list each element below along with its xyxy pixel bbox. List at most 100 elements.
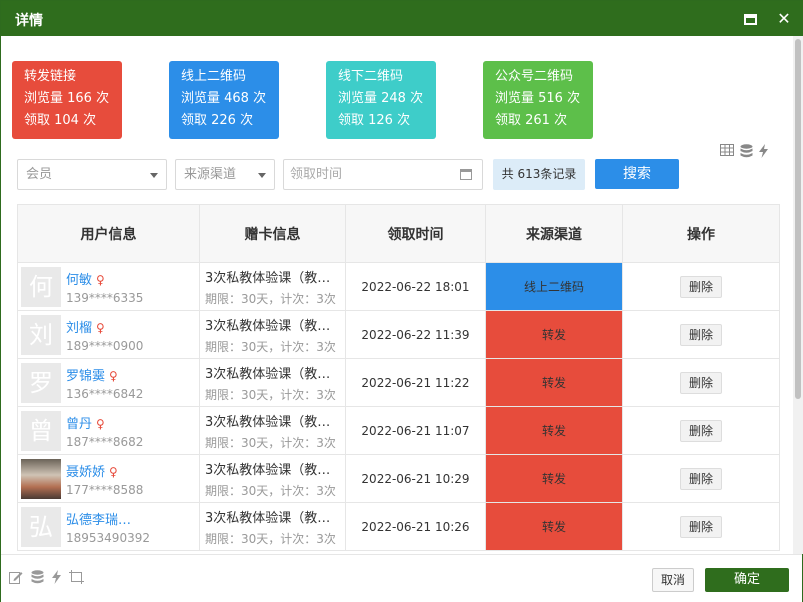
dialog-footer: 取消 确定 [1,554,802,602]
avatar[interactable]: 罗 [21,362,61,403]
user-name-link[interactable]: 何敏 ♀ [66,269,105,288]
card-name: 3次私教体验课（教… [205,318,331,334]
lightning-icon[interactable] [52,569,61,588]
stat-card-title: 线下二维码 [338,69,404,84]
stat-card-online-qrcode: 线上二维码 浏览量 468 次 领取 226 次 [169,61,279,139]
stat-card-claims: 领取 126 次 [338,113,411,128]
stat-card-views: 浏览量 516 次 [495,91,581,106]
stat-card-official-account-qrcode: 公众号二维码 浏览量 516 次 领取 261 次 [483,61,593,139]
delete-button[interactable]: 删除 [680,275,722,298]
stat-card-title: 线上二维码 [181,69,247,84]
chevron-down-icon [150,173,158,178]
female-icon: ♀ [109,368,118,383]
delete-button[interactable]: 删除 [680,515,722,538]
screenshot-icon[interactable] [69,569,84,588]
lightning-icon[interactable] [759,144,768,158]
close-button[interactable]: ✕ [775,10,793,28]
close-icon: ✕ [777,9,791,28]
user-name-link[interactable]: 曾丹 ♀ [66,413,105,432]
card-terms: 期限：30天，计次：3次 [205,531,336,546]
column-header-claim-time: 领取时间 [345,204,486,263]
card-name: 3次私教体验课（教… [205,462,331,478]
claim-time-input[interactable]: 领取时间 [283,159,483,190]
stat-card-claims: 领取 226 次 [181,113,254,128]
avatar[interactable]: 曾 [21,410,61,451]
delete-button[interactable]: 删除 [680,323,722,346]
table-row: 罗罗锦霙 ♀ 136****6842 3次私教体验课（教… 期限：30天，计次：3次 … [17,358,780,407]
column-header-source: 来源渠道 [485,204,623,263]
edit-icon[interactable] [9,569,23,588]
delete-button[interactable]: 删除 [680,371,722,394]
source-channel-cell: 转发 [485,310,623,359]
records-table: 用户信息 赠卡信息 领取时间 来源渠道 操作 何何敏 ♀ 139****6335 3… [17,204,780,551]
claim-time: 2022-06-22 11:39 [345,310,486,359]
database-icon[interactable] [740,144,753,158]
user-name-link[interactable]: 弘德李瑞… [66,509,135,528]
claim-time: 2022-06-21 11:22 [345,358,486,407]
stat-card-offline-qrcode: 线下二维码 浏览量 248 次 领取 126 次 [326,61,436,139]
card-name: 3次私教体验课（教… [205,270,331,286]
claim-time: 2022-06-22 18:01 [345,262,486,311]
user-phone: 189****0900 [66,338,144,353]
maximize-button[interactable] [741,10,759,28]
delete-button[interactable]: 删除 [680,467,722,490]
female-icon: ♀ [96,320,105,335]
claim-time-placeholder: 领取时间 [290,167,343,182]
stat-card-views: 浏览量 248 次 [338,91,424,106]
table-row: 曾曾丹 ♀ 187****8682 3次私教体验课（教… 期限：30天，计次：3次 2… [17,406,780,455]
search-button[interactable]: 搜索 [595,159,679,189]
table-row: 刘刘榴 ♀ 189****0900 3次私教体验课（教… 期限：30天，计次：3次 2… [17,310,780,359]
column-header-user-info: 用户信息 [17,204,200,263]
table-row: 聂娇娇 ♀ 177****8588 3次私教体验课（教… 期限：30天，计次：3次 2… [17,454,780,503]
delete-button[interactable]: 删除 [680,419,722,442]
chevron-down-icon [258,173,266,178]
claim-time: 2022-06-21 11:07 [345,406,486,455]
user-name-link[interactable]: 刘榴 ♀ [66,317,105,336]
detail-dialog: 详情 ✕ 转发链接 浏览量 166 次 领取 104 次 线上二维码 浏览量 4… [0,0,803,602]
claim-time: 2022-06-21 10:29 [345,454,486,503]
database-icon[interactable] [31,569,44,588]
scrollbar-thumb[interactable] [795,39,801,399]
claim-time: 2022-06-21 10:26 [345,502,486,551]
source-channel-cell: 线上二维码 [485,262,623,311]
calendar-icon [460,169,472,180]
source-channel-cell: 转发 [485,454,623,503]
stat-card-claims: 领取 261 次 [495,113,568,128]
grid-icon[interactable] [720,144,734,158]
user-phone: 187****8682 [66,434,144,449]
avatar[interactable]: 何 [21,266,61,307]
source-channel-cell: 转发 [485,502,623,551]
user-phone: 177****8588 [66,482,144,497]
stat-card-title: 公众号二维码 [495,69,574,84]
column-header-action: 操作 [622,204,780,263]
source-channel-cell: 转发 [485,406,623,455]
confirm-button[interactable]: 确定 [705,568,789,592]
stat-card-views: 浏览量 468 次 [181,91,267,106]
stat-card-claims: 领取 104 次 [24,113,97,128]
card-terms: 期限：30天，计次：3次 [205,291,336,306]
cancel-button[interactable]: 取消 [652,568,694,592]
record-count-badge: 共 613条记录 [493,159,585,190]
avatar[interactable]: 刘 [21,314,61,355]
user-phone: 136****6842 [66,386,144,401]
member-select[interactable]: 会员 [17,159,167,190]
source-channel-select[interactable]: 来源渠道 [175,159,275,190]
vertical-scrollbar[interactable] [793,36,803,554]
footer-tools [9,569,84,588]
card-name: 3次私教体验课（教… [205,414,331,430]
card-terms: 期限：30天，计次：3次 [205,339,336,354]
avatar[interactable]: 弘 [21,506,61,547]
avatar-photo[interactable] [21,458,61,499]
user-name-link[interactable]: 聂娇娇 ♀ [66,461,118,480]
user-name-link[interactable]: 罗锦霙 ♀ [66,365,118,384]
table-row: 何何敏 ♀ 139****6335 3次私教体验课（教… 期限：30天，计次：3次 2… [17,262,780,311]
card-terms: 期限：30天，计次：3次 [205,435,336,450]
dialog-title: 详情 [15,13,43,29]
female-icon: ♀ [109,464,118,479]
dialog-content: 转发链接 浏览量 166 次 领取 104 次 线上二维码 浏览量 468 次 … [1,36,793,554]
source-channel-cell: 转发 [485,358,623,407]
user-phone: 139****6335 [66,290,144,305]
stat-card-views: 浏览量 166 次 [24,91,110,106]
stat-card-title: 转发链接 [24,69,77,84]
user-phone: 18953490392 [66,530,150,545]
